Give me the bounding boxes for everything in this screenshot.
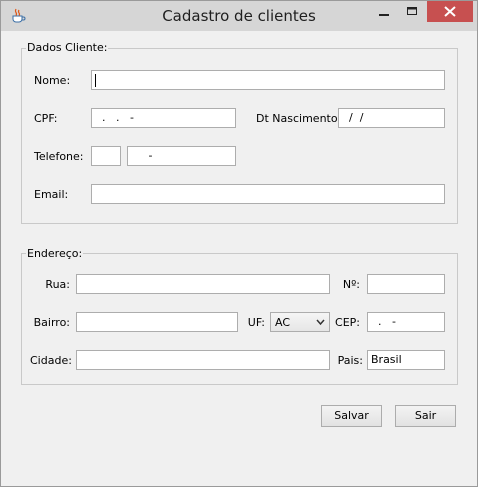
maximize-icon (407, 7, 417, 15)
email-label: Email: (34, 188, 69, 201)
numero-label: Nº: (342, 278, 360, 291)
pais-input[interactable]: Brasil (367, 350, 445, 370)
minimize-button[interactable] (371, 1, 397, 22)
dt-nascimento-label: Dt Nascimento.: (256, 112, 345, 125)
uf-select[interactable]: AC (270, 312, 330, 332)
bairro-input[interactable] (76, 312, 238, 332)
cep-input[interactable]: . - (367, 312, 445, 332)
rua-label: Rua: (45, 278, 70, 291)
app-window: Cadastro de clientes Dados Cliente: Nome… (0, 0, 478, 487)
salvar-button[interactable]: Salvar (321, 405, 382, 427)
dados-cliente-legend: Dados Cliente: (26, 41, 109, 54)
close-button[interactable] (427, 1, 473, 22)
ddd-input[interactable] (91, 146, 121, 166)
maximize-button[interactable] (399, 1, 425, 22)
cidade-label: Cidade: (30, 354, 72, 367)
cpf-input[interactable]: . . - (91, 108, 236, 128)
cpf-label: CPF: (34, 112, 58, 125)
telefone-label: Telefone: (34, 150, 84, 163)
form-body: Dados Cliente: Nome: CPF: . . - Dt Nasci… (8, 31, 470, 480)
rua-input[interactable] (76, 274, 330, 294)
numero-input[interactable] (367, 274, 445, 294)
title-bar[interactable]: Cadastro de clientes (1, 1, 477, 31)
chevron-down-icon (316, 319, 325, 326)
sair-button[interactable]: Sair (395, 405, 456, 427)
nome-input[interactable] (91, 70, 445, 90)
telefone-input[interactable]: - (127, 146, 236, 166)
uf-label: UF: (247, 316, 265, 329)
close-icon (444, 6, 456, 17)
cep-label: CEP: (335, 316, 360, 329)
minimize-icon (379, 14, 389, 16)
email-input[interactable] (91, 184, 445, 204)
bairro-label: Bairro: (33, 316, 70, 329)
endereco-legend: Endereço: (26, 247, 84, 260)
pais-label: Pais: (337, 354, 363, 367)
cidade-input[interactable] (76, 350, 330, 370)
dt-nascimento-input[interactable]: / / (338, 108, 445, 128)
nome-label: Nome: (34, 74, 71, 87)
text-caret (95, 74, 96, 87)
uf-value: AC (275, 316, 291, 329)
